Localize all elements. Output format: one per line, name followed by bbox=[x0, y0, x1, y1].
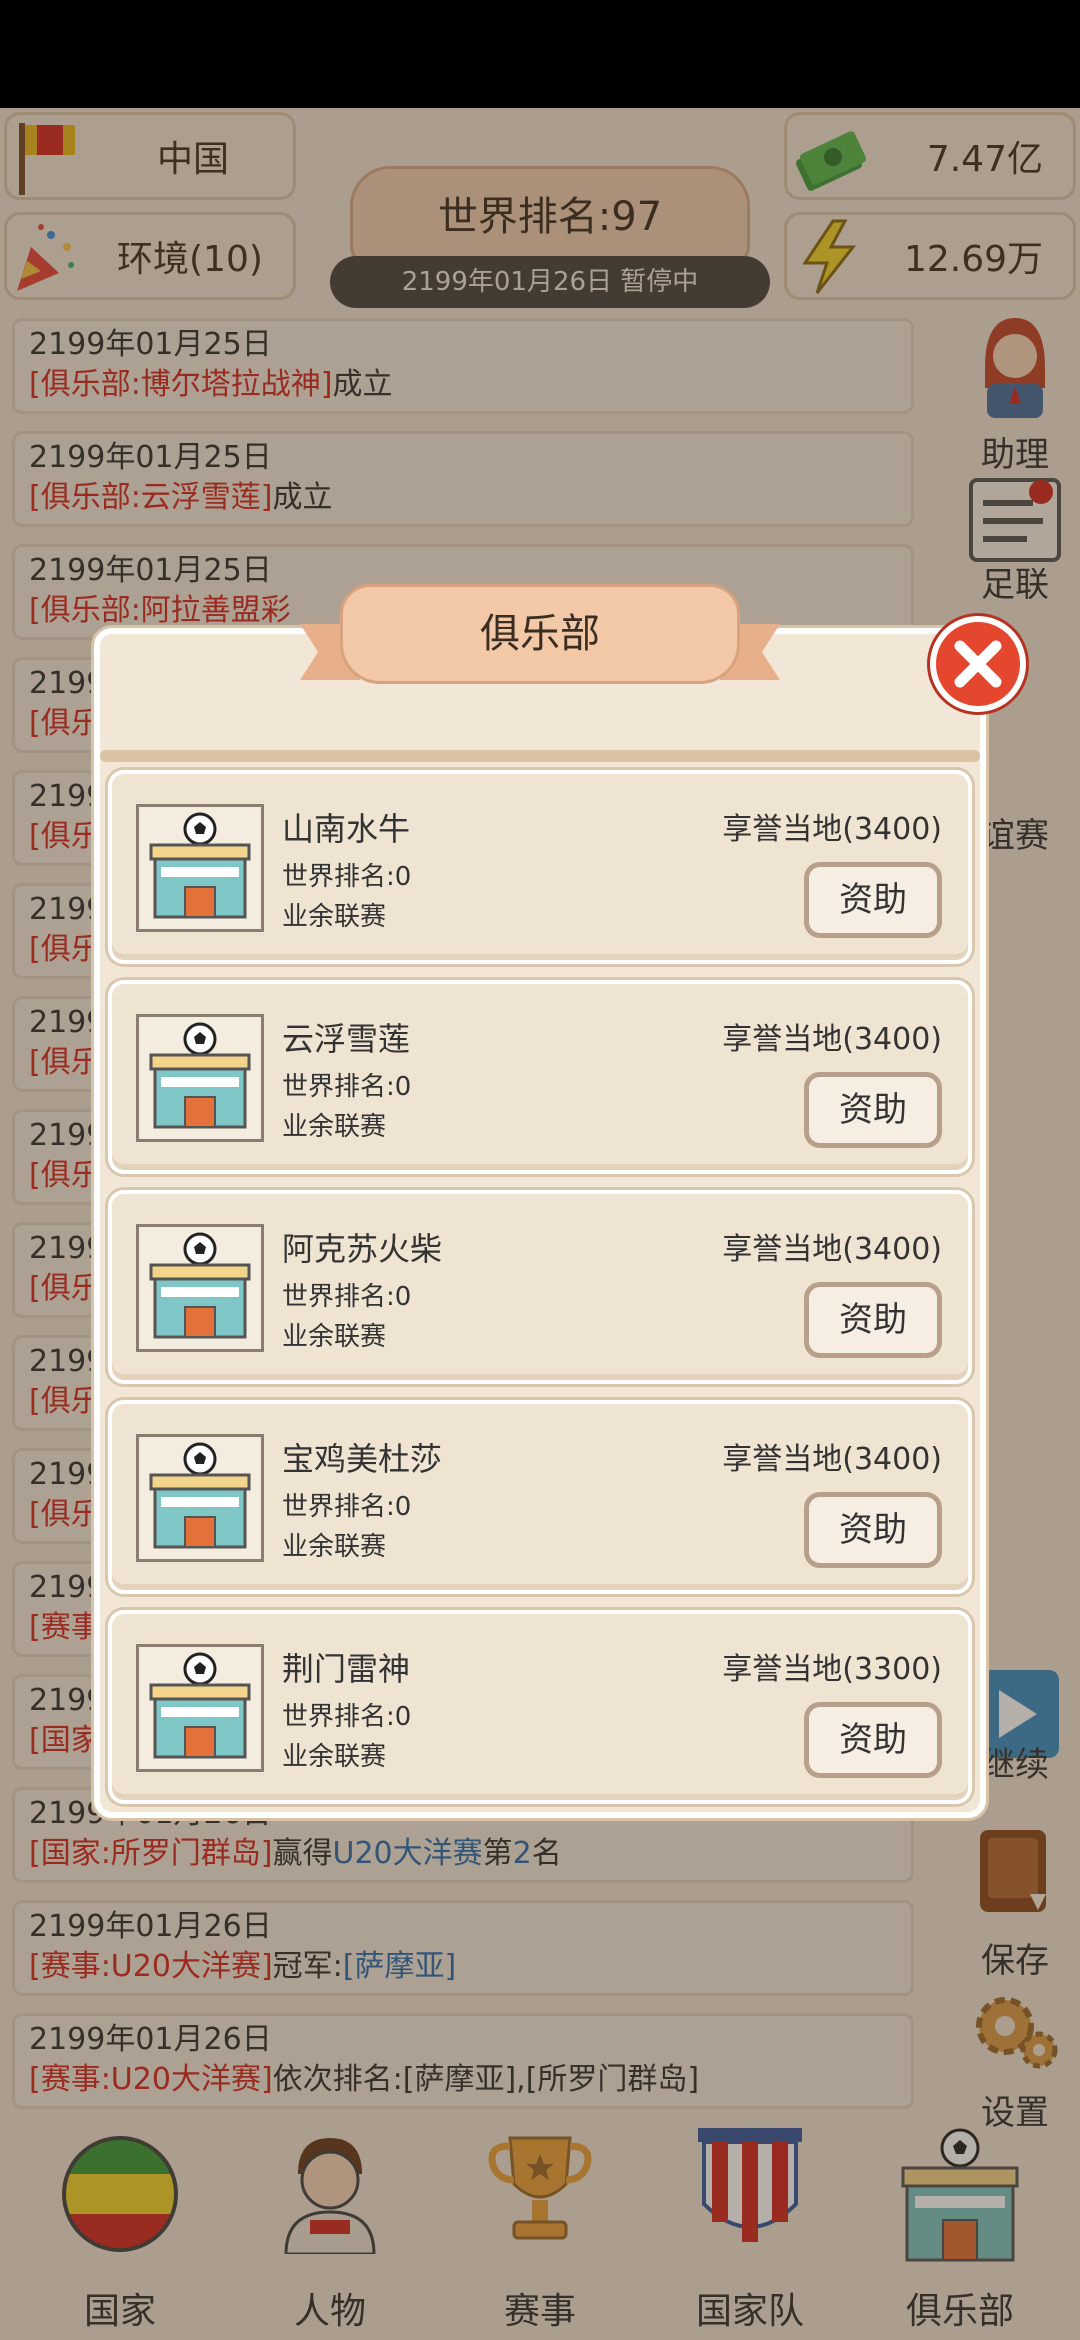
club-reputation: 享誉当地(3400) bbox=[722, 1442, 942, 1477]
modal-title: 俱乐部 bbox=[340, 584, 740, 684]
club-name: 荆门雷神 bbox=[282, 1650, 411, 1688]
club-name: 云浮雪莲 bbox=[282, 1020, 411, 1058]
club-world-rank: 世界排名:0 bbox=[282, 1072, 412, 1102]
modal-title-ribbon: 俱乐部 bbox=[300, 584, 780, 704]
club-icon-frame bbox=[136, 1434, 264, 1562]
club-name: 山南水牛 bbox=[282, 810, 411, 848]
club-world-rank: 世界排名:0 bbox=[282, 1282, 412, 1312]
sponsor-button[interactable]: 资助 bbox=[804, 1702, 942, 1778]
club-card: 宝鸡美杜莎世界排名:0 业余联赛 享誉当地(3400) 资助 bbox=[108, 1400, 972, 1594]
club-league: 业余联赛 bbox=[282, 1322, 387, 1352]
club-card: 阿克苏火柴世界排名:0 业余联赛 享誉当地(3400) 资助 bbox=[108, 1190, 972, 1384]
club-building-icon bbox=[149, 812, 251, 919]
sponsor-button[interactable]: 资助 bbox=[804, 1072, 942, 1148]
club-icon-frame bbox=[136, 804, 264, 932]
club-reputation: 享誉当地(3400) bbox=[722, 1022, 942, 1057]
club-league: 业余联赛 bbox=[282, 1532, 387, 1562]
club-building-icon bbox=[149, 1022, 251, 1129]
club-card: 荆门雷神世界排名:0 业余联赛 享誉当地(3300) 资助 bbox=[108, 1610, 972, 1804]
club-reputation: 享誉当地(3400) bbox=[722, 1232, 942, 1267]
club-world-rank: 世界排名:0 bbox=[282, 1492, 412, 1522]
club-name: 阿克苏火柴 bbox=[282, 1230, 443, 1268]
close-button[interactable] bbox=[930, 616, 1026, 712]
club-building-icon bbox=[149, 1232, 251, 1339]
modal-divider bbox=[100, 750, 980, 762]
club-league: 业余联赛 bbox=[282, 902, 387, 932]
club-icon-frame bbox=[136, 1014, 264, 1142]
club-league: 业余联赛 bbox=[282, 1742, 387, 1772]
club-card: 山南水牛世界排名:0 业余联赛 享誉当地(3400) 资助 bbox=[108, 770, 972, 964]
club-icon-frame bbox=[136, 1224, 264, 1352]
sponsor-button[interactable]: 资助 bbox=[804, 1492, 942, 1568]
club-reputation: 享誉当地(3300) bbox=[722, 1652, 942, 1687]
club-league: 业余联赛 bbox=[282, 1112, 387, 1142]
close-icon bbox=[954, 640, 1002, 688]
club-world-rank: 世界排名:0 bbox=[282, 862, 412, 892]
club-icon-frame bbox=[136, 1644, 264, 1772]
club-building-icon bbox=[149, 1442, 251, 1549]
sponsor-button[interactable]: 资助 bbox=[804, 862, 942, 938]
club-modal: 俱乐部 山南水牛 世界排名:0 业余联赛 享誉当地(3400) 资助 云浮雪莲 世界排名:0… bbox=[94, 584, 1026, 1818]
club-building-icon bbox=[149, 1652, 251, 1759]
game-screen: 中国 环境(10) 世界排名:97 2199年01月26日 暂停中 7.47亿 … bbox=[0, 108, 1080, 2340]
club-name: 宝鸡美杜莎 bbox=[282, 1440, 443, 1478]
club-reputation: 享誉当地(3400) bbox=[722, 812, 942, 847]
sponsor-button[interactable]: 资助 bbox=[804, 1282, 942, 1358]
club-world-rank: 世界排名:0 bbox=[282, 1702, 412, 1732]
club-card: 云浮雪莲世界排名:0 业余联赛 享誉当地(3400) 资助 bbox=[108, 980, 972, 1174]
